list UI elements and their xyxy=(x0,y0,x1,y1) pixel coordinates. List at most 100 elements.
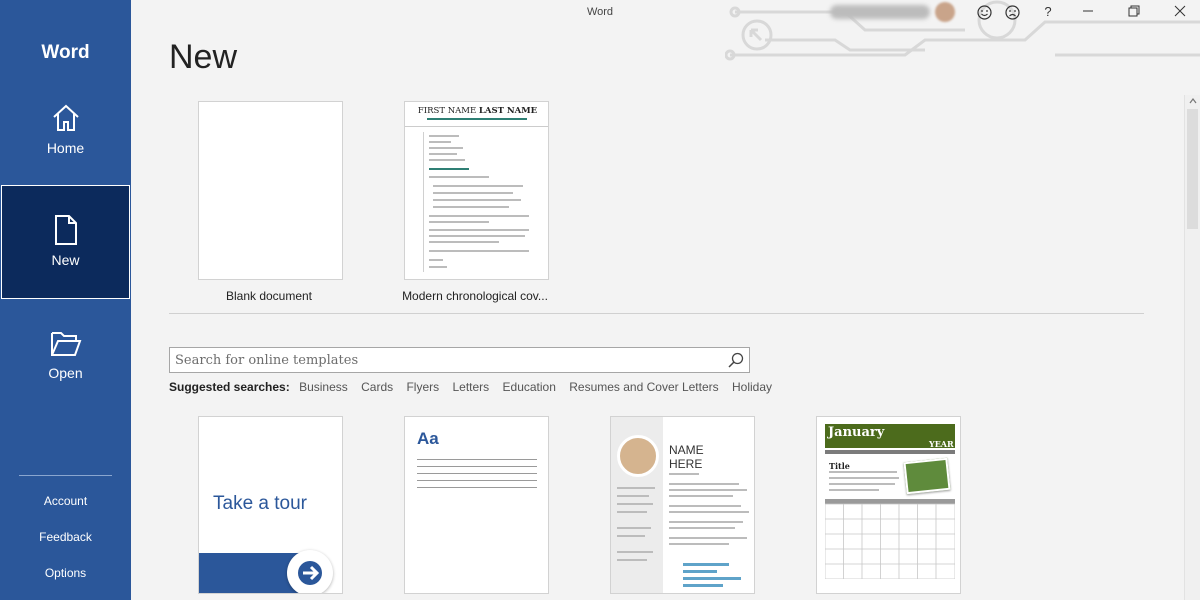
cover-letter-contact-line xyxy=(427,118,527,120)
cover-letter-text-line xyxy=(429,235,525,237)
scrollbar-thumb[interactable] xyxy=(1187,109,1198,229)
resume-text-line xyxy=(669,483,739,485)
template-line xyxy=(417,466,537,467)
calendar-photo xyxy=(903,457,951,495)
suggested-searches-label: Suggested searches: xyxy=(169,380,290,394)
cover-letter-text-line xyxy=(429,221,489,223)
calendar-subheader xyxy=(825,450,955,454)
tour-band xyxy=(199,553,299,593)
resume-side-line xyxy=(617,495,649,497)
template-modern-chronological-cover-label: Modern chronological cov... xyxy=(402,289,548,303)
cover-preview-last-name: LAST NAME xyxy=(478,106,538,116)
frown-icon xyxy=(1004,5,1020,20)
cover-letter-text-line xyxy=(429,250,529,252)
suggested-education[interactable]: Education xyxy=(503,380,556,394)
help-button[interactable]: ? xyxy=(1036,2,1060,22)
calendar-text-line xyxy=(829,483,895,485)
suggested-business[interactable]: Business xyxy=(299,380,348,394)
template-search-input[interactable] xyxy=(170,348,720,372)
calendar-month: January xyxy=(828,425,885,440)
cover-preview-first-name: FIRST NAME xyxy=(417,106,479,116)
folder-open-icon xyxy=(50,332,81,356)
cover-letter-margin-rule xyxy=(423,132,424,272)
template-take-a-tour[interactable]: Take a tour xyxy=(198,416,343,594)
smile-feedback-button[interactable] xyxy=(972,2,996,22)
template-line xyxy=(417,473,537,474)
cover-letter-text-line xyxy=(429,153,457,155)
suggested-letters[interactable]: Letters xyxy=(452,380,489,394)
app-name: Word xyxy=(41,42,90,63)
sidebar-divider xyxy=(19,475,112,476)
restore-button[interactable] xyxy=(1122,2,1146,22)
calendar-text-line xyxy=(829,489,879,491)
calendar-year: YEAR xyxy=(929,439,954,449)
cover-letter-text-line xyxy=(429,241,499,243)
resume-text-line xyxy=(669,511,749,513)
resume-side-line xyxy=(617,535,645,537)
minimize-button[interactable] xyxy=(1076,2,1100,22)
resume-text-line xyxy=(669,543,729,545)
feedback-link[interactable]: Feedback xyxy=(0,530,131,544)
template-single-spaced[interactable]: Aa xyxy=(404,416,549,594)
account-link[interactable]: Account xyxy=(0,494,131,508)
suggested-holiday[interactable]: Holiday xyxy=(732,380,772,394)
smile-icon xyxy=(976,5,992,20)
resume-text-line xyxy=(669,505,741,507)
template-aa-text: Aa xyxy=(417,429,439,448)
arrow-right-icon xyxy=(298,561,322,585)
resume-side-line xyxy=(617,527,651,529)
resume-skill-bar xyxy=(683,563,729,566)
frown-feedback-button[interactable] xyxy=(1000,2,1024,22)
options-link[interactable]: Options xyxy=(0,566,131,580)
resume-skill-bar xyxy=(683,584,723,587)
template-resume[interactable]: NAME HERE xyxy=(610,416,755,594)
suggested-resumes-cover-letters[interactable]: Resumes and Cover Letters xyxy=(569,380,718,394)
resume-text-line xyxy=(669,537,747,539)
template-line xyxy=(417,487,537,488)
nav-open[interactable]: Open xyxy=(0,325,131,439)
suggested-flyers[interactable]: Flyers xyxy=(406,380,439,394)
vertical-scrollbar[interactable] xyxy=(1184,95,1200,600)
resume-text-line xyxy=(669,521,743,523)
nav-open-label: Open xyxy=(48,365,83,381)
template-modern-chronological-cover[interactable]: FIRST NAME LAST NAME xyxy=(404,101,549,280)
resume-name-line1: NAME xyxy=(669,443,704,457)
resume-text-line xyxy=(669,489,747,491)
suggested-cards[interactable]: Cards xyxy=(361,380,393,394)
cover-letter-text-line xyxy=(429,215,529,217)
template-calendar[interactable]: January YEAR Title xyxy=(816,416,961,594)
resume-side-line xyxy=(617,487,655,489)
template-line xyxy=(417,480,537,481)
cover-letter-text-line xyxy=(429,168,469,170)
minimize-icon xyxy=(1083,10,1093,12)
cover-letter-text-line xyxy=(429,159,465,161)
page-title: New xyxy=(169,38,238,76)
resume-text-line xyxy=(669,495,733,497)
close-icon xyxy=(1174,5,1186,17)
resume-skill-bar xyxy=(683,577,741,580)
resume-side-line xyxy=(617,551,653,553)
take-a-tour-text: Take a tour xyxy=(213,493,307,514)
cover-letter-text-line xyxy=(429,259,443,261)
resume-text-line xyxy=(669,473,699,475)
cover-letter-text-line xyxy=(429,176,489,178)
resume-skill-bar xyxy=(683,570,717,573)
search-icon[interactable] xyxy=(727,351,745,369)
nav-new-label: New xyxy=(51,252,80,268)
suggested-searches: Suggested searches: Business Cards Flyer… xyxy=(169,380,782,394)
nav-new[interactable]: New xyxy=(1,185,130,299)
calendar-text-line xyxy=(829,471,897,473)
template-blank-document[interactable] xyxy=(198,101,343,280)
cover-letter-text-line xyxy=(433,185,523,187)
section-divider xyxy=(169,313,1144,314)
scroll-up-arrow-icon[interactable] xyxy=(1189,97,1197,105)
cover-letter-text-line xyxy=(429,229,529,231)
user-avatar[interactable] xyxy=(935,2,955,22)
new-document-icon xyxy=(54,215,77,245)
nav-home-label: Home xyxy=(46,140,85,156)
close-button[interactable] xyxy=(1168,2,1192,22)
cover-letter-text-line xyxy=(429,135,459,137)
calendar-text-line xyxy=(829,477,899,479)
resume-name-line2: HERE xyxy=(669,457,703,471)
cover-letter-text-line xyxy=(433,199,521,201)
